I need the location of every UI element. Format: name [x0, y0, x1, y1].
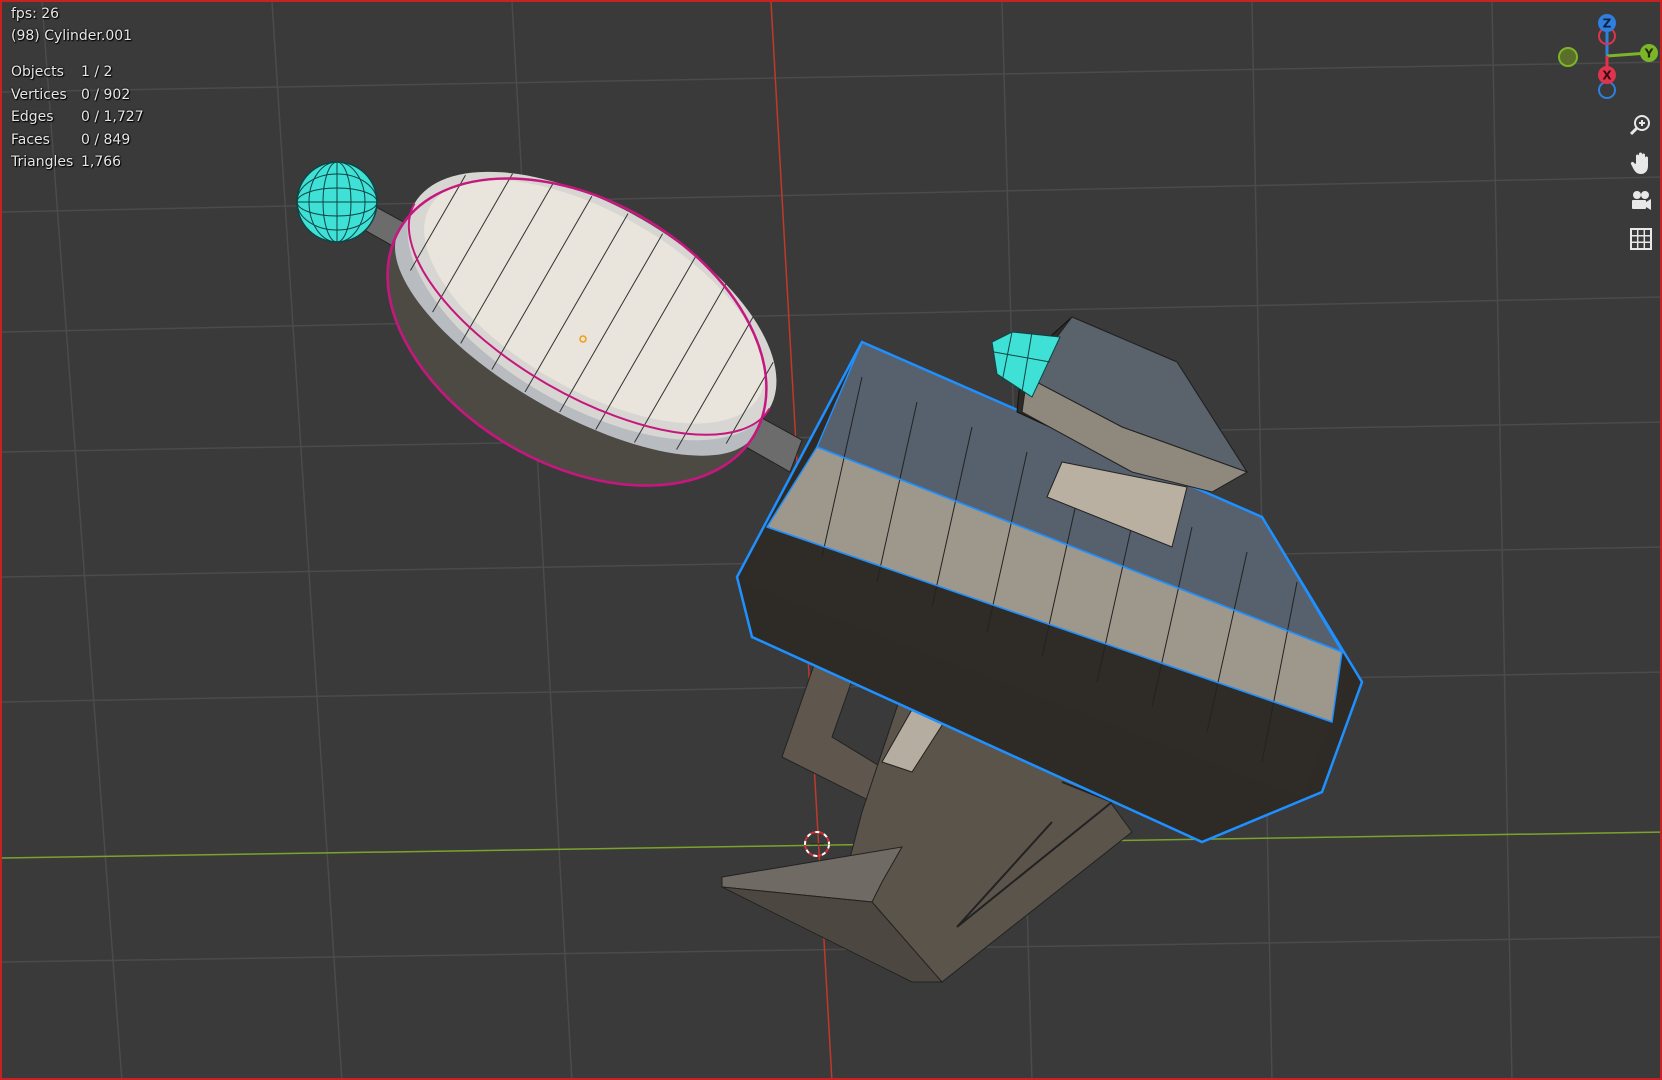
- stat-value: 1 / 2: [81, 64, 113, 80]
- gizmo-y-label: Y: [1644, 47, 1654, 61]
- stat-label: Faces: [11, 131, 50, 148]
- stat-label: Edges: [11, 109, 54, 125]
- camera-view-button[interactable]: [1624, 184, 1658, 218]
- camera-icon: [1632, 191, 1651, 210]
- cyan-sphere: [296, 161, 378, 243]
- scene-statistics: Objects 1 / 2 Vertices 0 / 902 Edges 0 /…: [11, 63, 144, 176]
- stat-row-faces: Faces 0 / 849: [11, 131, 144, 154]
- gizmo-neg-z-handle[interactable]: [1598, 81, 1616, 99]
- stat-label: Vertices: [11, 86, 67, 103]
- stat-value: 0 / 849: [81, 131, 131, 148]
- navigation-gizmo[interactable]: Z Y X: [1506, 10, 1662, 100]
- pan-button[interactable]: [1624, 146, 1658, 180]
- grid-view-icon: [1630, 228, 1652, 250]
- gizmo-z-label: Z: [1603, 17, 1612, 31]
- stat-value: 1,766: [81, 154, 122, 170]
- stat-row-objects: Objects 1 / 2: [11, 63, 144, 86]
- y-axis-line: [2, 831, 1660, 859]
- fps-counter: fps: 26: [11, 6, 60, 22]
- ortho-toggle-button[interactable]: [1624, 222, 1658, 256]
- gizmo-x-label: X: [1602, 69, 1612, 83]
- zoom-icon: [1629, 115, 1650, 136]
- stat-label: Objects: [11, 64, 64, 80]
- active-object-name: (98) Cylinder.001: [11, 28, 133, 44]
- stat-label: Triangles: [11, 154, 74, 170]
- stat-row-edges: Edges 0 / 1,727: [11, 108, 144, 131]
- ellipse-disc: [386, 171, 777, 487]
- gizmo-neg-y-handle[interactable]: [1558, 47, 1578, 67]
- hand-pan-icon: [1630, 152, 1648, 174]
- scene-canvas[interactable]: [2, 2, 1662, 1080]
- zoom-button[interactable]: [1624, 108, 1658, 142]
- stat-row-vertices: Vertices 0 / 902: [11, 86, 144, 109]
- 3d-cursor[interactable]: [804, 831, 830, 857]
- 3d-viewport[interactable]: fps: 26 (98) Cylinder.001 Objects 1 / 2 …: [0, 0, 1662, 1080]
- stat-value: 0 / 902: [81, 86, 131, 103]
- stat-row-triangles: Triangles 1,766: [11, 153, 144, 176]
- stat-value: 0 / 1,727: [81, 109, 144, 125]
